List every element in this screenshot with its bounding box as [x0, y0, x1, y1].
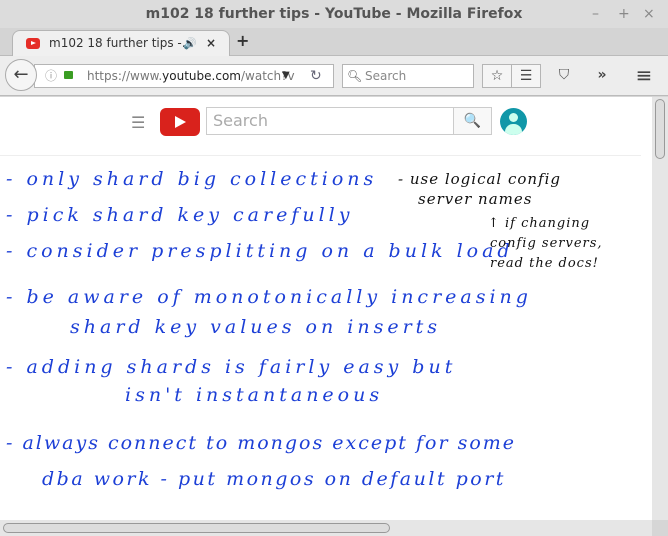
- url-domain: youtube.com: [162, 69, 241, 83]
- note-line: - always connect to mongos except for so…: [6, 432, 517, 454]
- youtube-menu-icon[interactable]: ☰: [131, 113, 145, 132]
- search-icon: 🔍︎: [347, 69, 363, 83]
- youtube-search-placeholder: Search: [213, 111, 268, 130]
- menu-icon[interactable]: ≡: [632, 64, 656, 88]
- note-line: - be aware of monotonically increasing: [6, 286, 532, 308]
- info-icon[interactable]: ⓘ: [45, 65, 57, 87]
- minimize-button[interactable]: –: [592, 0, 599, 28]
- side-note: - use logical config: [398, 170, 562, 188]
- url-dropdown-icon[interactable]: ▼: [282, 65, 290, 87]
- tab-title: m102 18 further tips -...: [49, 36, 194, 50]
- video-player[interactable]: - only shard big collections - pick shar…: [0, 155, 641, 518]
- horizontal-scroll-thumb[interactable]: [3, 523, 390, 533]
- audio-icon[interactable]: 🔊: [183, 31, 197, 56]
- search-placeholder: Search: [365, 69, 407, 83]
- back-button[interactable]: ←: [5, 59, 37, 91]
- vertical-scroll-thumb[interactable]: [655, 99, 665, 159]
- note-line: - only shard big collections: [6, 168, 378, 190]
- maximize-button[interactable]: +: [618, 0, 630, 28]
- side-note: server names: [418, 190, 533, 208]
- lock-icon: [64, 71, 73, 79]
- avatar[interactable]: [500, 108, 527, 135]
- reading-list-icon[interactable]: ☰: [511, 64, 541, 88]
- url-prefix: https://www.: [87, 69, 163, 83]
- youtube-logo[interactable]: [160, 108, 200, 136]
- note-line: - pick shard key carefully: [6, 204, 354, 226]
- tab-active[interactable]: m102 18 further tips -... 🔊 ×: [12, 30, 230, 57]
- navigation-toolbar: ⓘ https://www.youtube.com/watch?v ▼ ↻ ← …: [0, 56, 668, 96]
- youtube-search-button[interactable]: 🔍: [453, 108, 491, 134]
- note-line: shard key values on inserts: [70, 316, 442, 338]
- side-note: ↑ if changing: [488, 216, 591, 231]
- tab-bar: m102 18 further tips -... 🔊 × +: [0, 28, 668, 57]
- bookmark-star-icon[interactable]: ☆: [482, 64, 512, 88]
- window-title: m102 18 further tips - YouTube - Mozilla…: [145, 6, 523, 22]
- youtube-search-input[interactable]: Search 🔍: [206, 107, 492, 135]
- youtube-favicon-icon: [26, 38, 40, 49]
- search-input[interactable]: 🔍︎ Search: [342, 64, 474, 88]
- side-note: config servers,: [490, 236, 603, 251]
- note-line: isn't instantaneous: [125, 384, 384, 406]
- window-titlebar: m102 18 further tips - YouTube - Mozilla…: [0, 0, 668, 28]
- side-note: read the docs!: [490, 256, 599, 271]
- note-line: - consider presplitting on a bulk load: [6, 240, 514, 262]
- note-line: dba work - put mongos on default port: [42, 468, 506, 490]
- reload-icon[interactable]: ↻: [310, 65, 322, 87]
- search-icon: 🔍: [463, 113, 482, 129]
- vertical-scrollbar[interactable]: [652, 97, 668, 520]
- url-bar[interactable]: ⓘ https://www.youtube.com/watch?v ▼ ↻: [34, 64, 334, 88]
- page-content: ☰ Search 🔍 - only shard big collections …: [0, 97, 652, 520]
- note-line: - adding shards is fairly easy but: [6, 356, 457, 378]
- pocket-icon[interactable]: ⛉: [552, 64, 576, 88]
- close-window-button[interactable]: ×: [643, 0, 655, 28]
- overflow-icon[interactable]: »: [592, 64, 612, 88]
- new-tab-button[interactable]: +: [236, 31, 249, 50]
- tab-close-icon[interactable]: ×: [206, 31, 216, 56]
- horizontal-scrollbar[interactable]: [0, 520, 652, 536]
